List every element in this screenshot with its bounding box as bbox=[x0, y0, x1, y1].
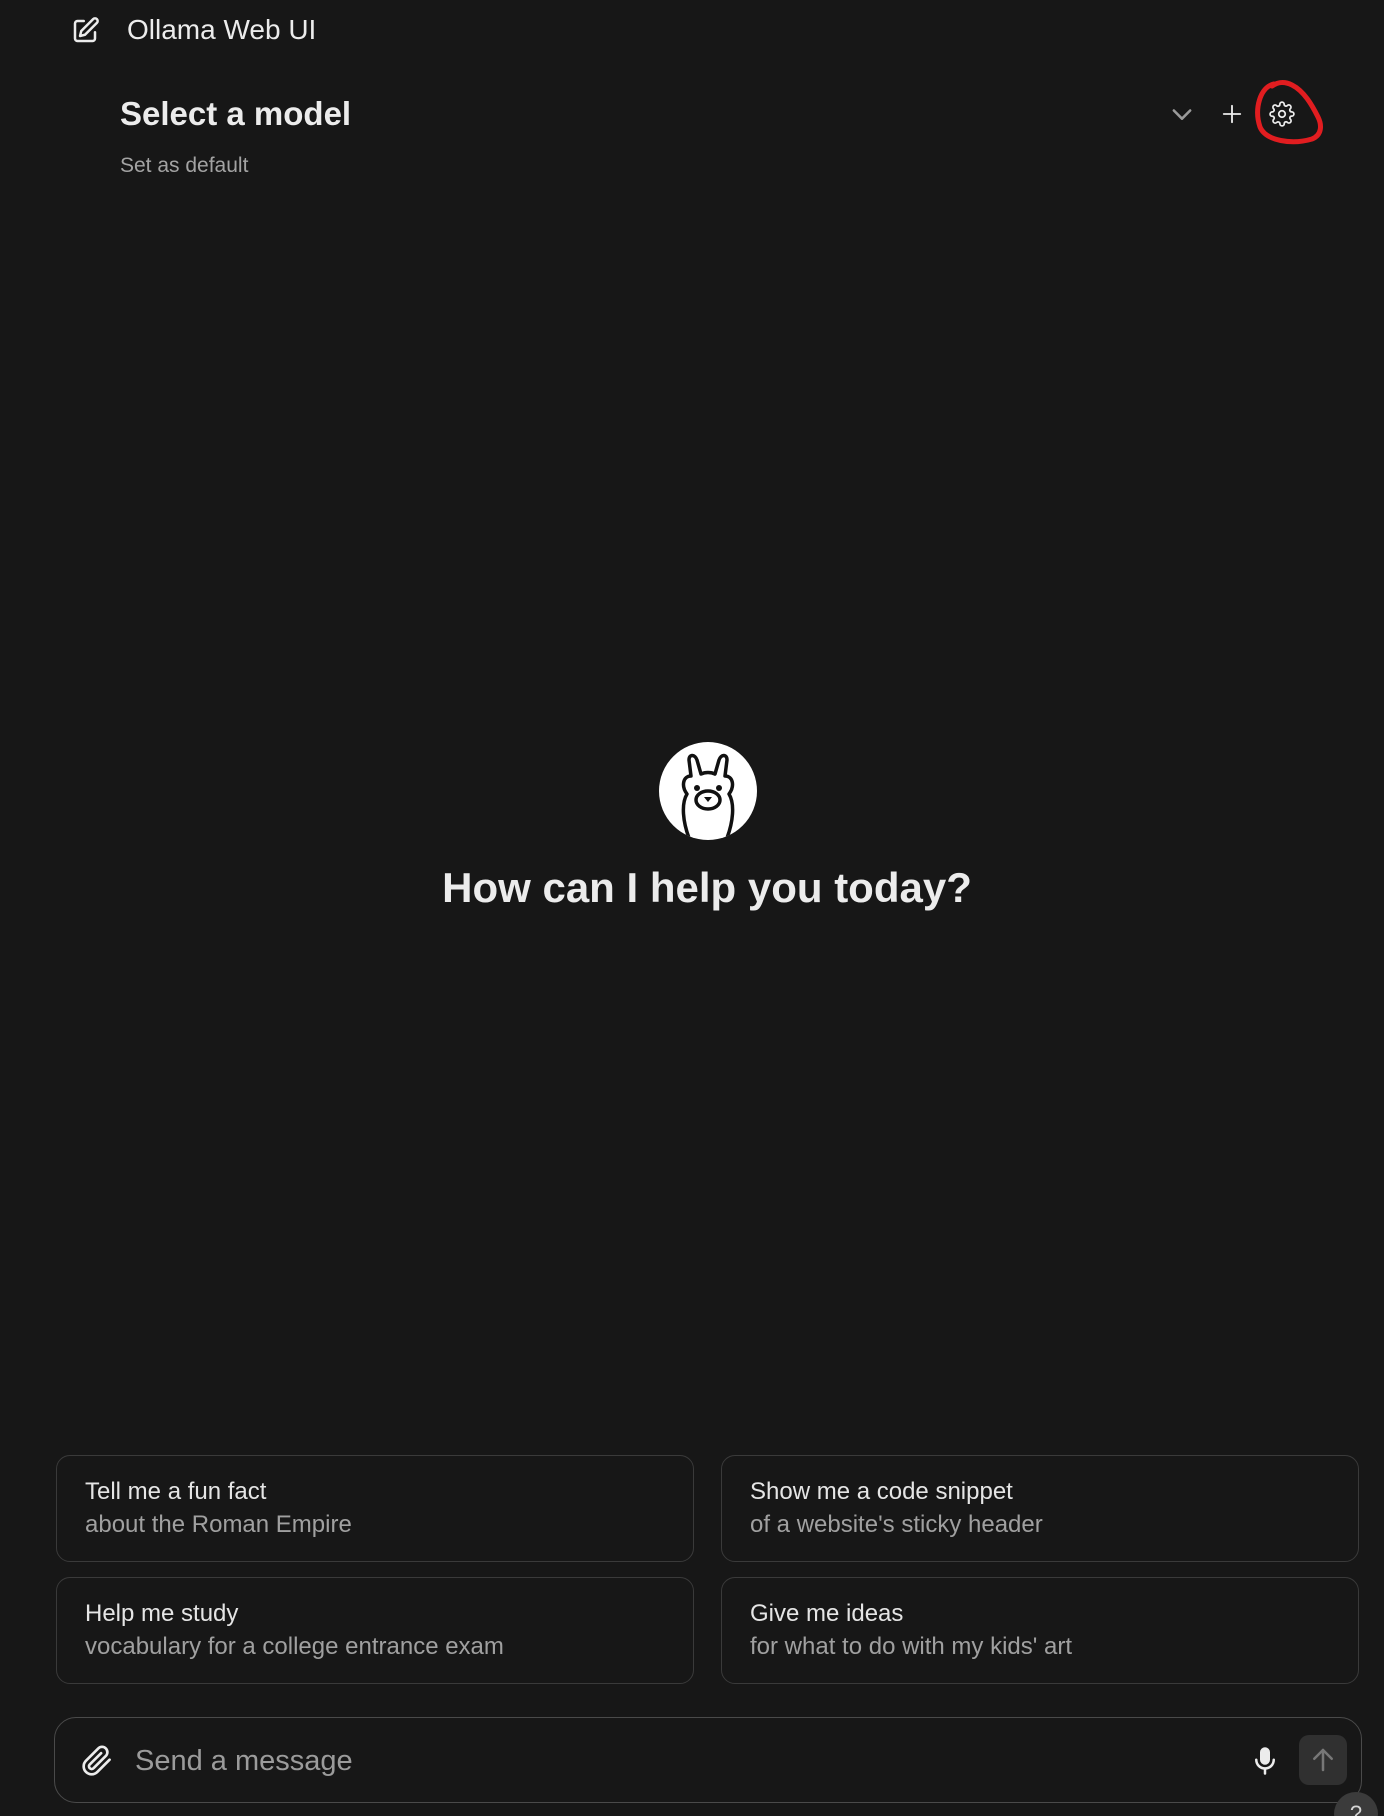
gear-icon bbox=[1269, 101, 1295, 127]
suggestion-title: Tell me a fun fact bbox=[85, 1478, 267, 1505]
add-model-button[interactable] bbox=[1214, 96, 1250, 132]
message-input[interactable] bbox=[135, 1738, 1215, 1784]
message-composer bbox=[54, 1717, 1362, 1803]
settings-button[interactable] bbox=[1262, 96, 1302, 132]
greeting-heading: How can I help you today? bbox=[442, 864, 972, 911]
suggestion-title: Help me study bbox=[85, 1600, 239, 1627]
plus-icon bbox=[1222, 104, 1242, 124]
paperclip-icon bbox=[82, 1745, 111, 1776]
suggestion-card[interactable]: Tell me a fun fact about the Roman Empir… bbox=[56, 1455, 694, 1562]
microphone-icon bbox=[1255, 1747, 1275, 1775]
arrow-up-icon bbox=[1313, 1748, 1333, 1772]
voice-input-button[interactable] bbox=[1245, 1741, 1285, 1781]
suggestion-subtitle: about the Roman Empire bbox=[85, 1511, 352, 1538]
llama-icon bbox=[681, 753, 735, 840]
chevron-down-icon bbox=[1172, 109, 1192, 120]
new-chat-button[interactable] bbox=[66, 12, 104, 50]
app-title: Ollama Web UI bbox=[127, 14, 317, 45]
model-select-dropdown[interactable]: Select a model bbox=[120, 94, 351, 134]
app-root: Ollama Web UI Select a model Set as defa… bbox=[0, 0, 1384, 1816]
suggestion-card[interactable]: Help me study vocabulary for a college e… bbox=[56, 1577, 694, 1684]
edit-icon bbox=[73, 17, 99, 43]
send-button[interactable] bbox=[1299, 1735, 1347, 1785]
suggestion-title: Show me a code snippet bbox=[750, 1478, 1013, 1505]
suggestion-subtitle: of a website's sticky header bbox=[750, 1511, 1043, 1538]
suggestion-title: Give me ideas bbox=[750, 1600, 904, 1627]
suggestion-subtitle: vocabulary for a college entrance exam bbox=[85, 1633, 504, 1660]
ollama-logo bbox=[659, 742, 757, 840]
attach-file-button[interactable] bbox=[77, 1741, 117, 1781]
header: Ollama Web UI bbox=[0, 0, 1384, 60]
model-dropdown-toggle[interactable] bbox=[1162, 96, 1202, 132]
suggestion-card[interactable]: Give me ideas for what to do with my kid… bbox=[721, 1577, 1359, 1684]
set-as-default-button[interactable]: Set as default bbox=[120, 153, 248, 179]
suggestion-card[interactable]: Show me a code snippet of a website's st… bbox=[721, 1455, 1359, 1562]
suggestion-subtitle: for what to do with my kids' art bbox=[750, 1633, 1073, 1660]
